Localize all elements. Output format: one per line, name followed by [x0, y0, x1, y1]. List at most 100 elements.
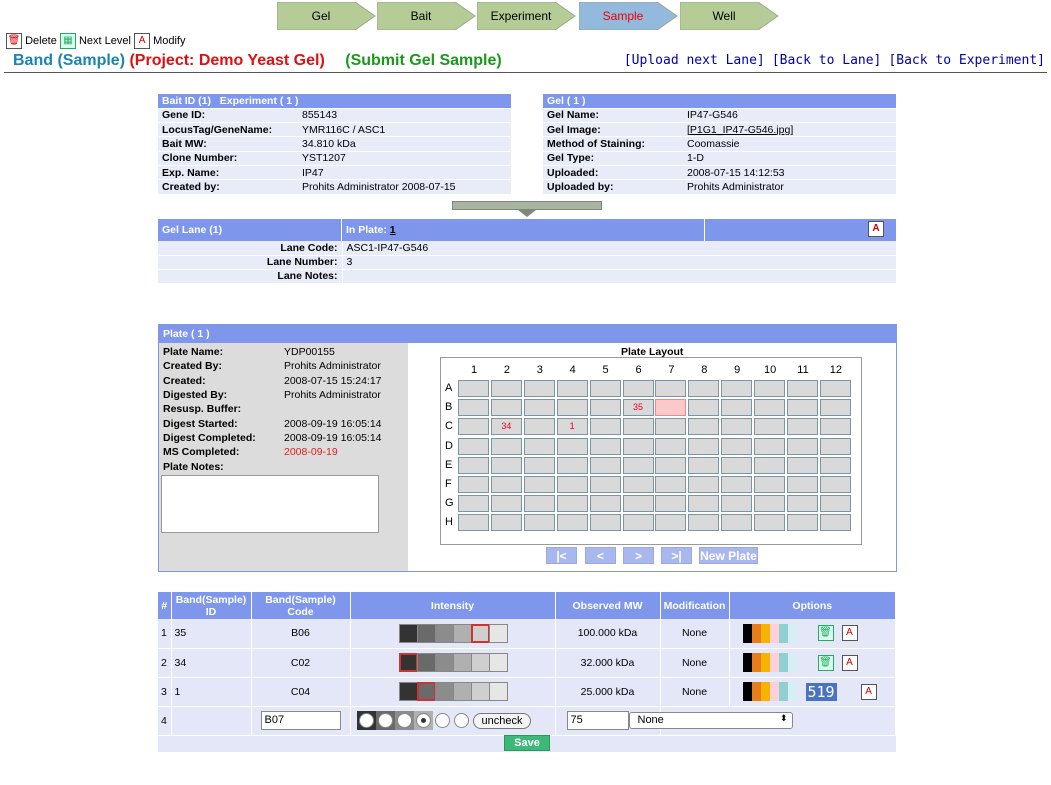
plate-well-B9[interactable] — [721, 399, 753, 417]
plate-well-D2[interactable] — [490, 437, 522, 455]
modify-icon[interactable]: A — [134, 33, 151, 49]
color-tag[interactable] — [796, 653, 806, 672]
color-tag[interactable] — [787, 623, 797, 643]
plate-well-G3[interactable] — [523, 495, 555, 513]
modify-lane-icon[interactable]: A — [868, 221, 884, 237]
plate-well-D4[interactable] — [556, 437, 588, 455]
color-tag[interactable] — [787, 653, 797, 672]
plate-well-E6[interactable] — [622, 456, 654, 474]
plate-well-F11[interactable] — [787, 476, 818, 493]
plate-well-G1[interactable] — [458, 495, 489, 513]
save-button[interactable]: Save — [504, 734, 550, 751]
plate-well-C1[interactable] — [458, 418, 489, 436]
plate-well-G10[interactable] — [754, 495, 786, 513]
plate-well-D1[interactable] — [458, 437, 489, 455]
plate-well-C6[interactable] — [622, 418, 654, 436]
plate-well-A5[interactable] — [589, 380, 621, 397]
color-tag-strip[interactable] — [742, 623, 806, 643]
delete-band-icon[interactable]: 🗑 — [817, 654, 834, 671]
color-tag[interactable] — [769, 623, 779, 643]
delete-label[interactable]: Delete — [25, 35, 57, 47]
next-page-button[interactable]: > — [623, 547, 654, 564]
plate-well-A10[interactable] — [754, 380, 786, 397]
workflow-step-well[interactable]: Well — [680, 2, 780, 30]
first-page-button[interactable]: |< — [546, 547, 577, 564]
plate-well-D10[interactable] — [754, 437, 786, 455]
plate-well-C5[interactable] — [589, 418, 621, 436]
plate-well-E4[interactable] — [556, 456, 588, 474]
plate-well-F7[interactable] — [655, 476, 687, 493]
plate-well-A3[interactable] — [523, 380, 555, 397]
intensity-radio[interactable] — [453, 713, 469, 728]
plate-well-C10[interactable] — [754, 418, 786, 436]
plate-well-B6[interactable]: 35 — [622, 399, 654, 417]
plate-well-G6[interactable] — [622, 495, 654, 513]
color-tag[interactable] — [751, 653, 761, 672]
plate-well-A11[interactable] — [787, 380, 818, 397]
intensity-swatch[interactable] — [416, 653, 436, 672]
plate-well-A9[interactable] — [721, 380, 753, 397]
intensity-swatch[interactable] — [452, 682, 472, 701]
intensity-swatch[interactable] — [470, 653, 490, 672]
back-to-lane-link[interactable]: [Back to Lane] — [772, 53, 882, 68]
color-tag[interactable] — [778, 623, 788, 643]
intensity-radio[interactable] — [434, 713, 450, 728]
plate-well-D3[interactable] — [523, 437, 555, 455]
plate-well-G12[interactable] — [819, 495, 851, 513]
modify-band-icon[interactable]: A — [860, 683, 877, 700]
plate-well-E12[interactable] — [819, 456, 851, 474]
intensity-swatch[interactable] — [488, 653, 508, 672]
upload-next-lane-link[interactable]: [Upload next Lane] — [624, 53, 765, 68]
plate-well-B10[interactable] — [754, 399, 786, 417]
intensity-swatch[interactable] — [470, 623, 490, 643]
plate-well-B2[interactable] — [490, 399, 522, 417]
plate-well-C8[interactable] — [688, 418, 720, 436]
intensity-radio[interactable] — [396, 713, 412, 728]
intensity-swatch[interactable] — [416, 682, 436, 701]
plate-well-H12[interactable] — [819, 514, 851, 532]
plate-notes-textarea[interactable] — [161, 475, 379, 533]
plate-well-F2[interactable] — [490, 476, 522, 493]
color-tag[interactable] — [751, 623, 761, 643]
plate-well-C12[interactable] — [819, 418, 851, 436]
plate-well-G11[interactable] — [787, 495, 818, 513]
intensity-swatch[interactable] — [452, 623, 472, 643]
delete-band-icon[interactable]: 🗑 — [817, 625, 834, 642]
plate-well-H6[interactable] — [622, 514, 654, 532]
plate-well-A12[interactable] — [819, 380, 851, 397]
plate-well-H3[interactable] — [523, 514, 555, 532]
plate-well-F6[interactable] — [622, 476, 654, 493]
intensity-radio[interactable] — [415, 713, 431, 728]
plate-well-F8[interactable] — [688, 476, 720, 493]
plate-well-F10[interactable] — [754, 476, 786, 493]
intensity-swatch[interactable] — [488, 682, 508, 701]
plate-well-E8[interactable] — [688, 456, 720, 474]
color-tag[interactable] — [796, 623, 806, 643]
intensity-swatch[interactable] — [434, 653, 454, 672]
plate-well-D7[interactable] — [655, 437, 687, 455]
modification-select[interactable]: None ⬍ — [628, 712, 793, 729]
plate-well-E7[interactable] — [655, 456, 687, 474]
modify-band-icon[interactable]: A — [841, 654, 858, 671]
plate-well-D11[interactable] — [787, 437, 818, 455]
plate-well-H7[interactable] — [655, 514, 687, 532]
color-tag[interactable] — [760, 623, 770, 643]
plate-well-F4[interactable] — [556, 476, 588, 493]
plate-well-H4[interactable] — [556, 514, 588, 532]
intensity-swatch[interactable] — [398, 682, 418, 701]
plate-well-D5[interactable] — [589, 437, 621, 455]
color-tag[interactable] — [751, 682, 761, 701]
plate-well-B1[interactable] — [458, 399, 489, 417]
color-tag[interactable] — [742, 623, 752, 643]
intensity-radio[interactable] — [358, 713, 374, 728]
plate-well-F12[interactable] — [819, 476, 851, 493]
plate-well-B4[interactable] — [556, 399, 588, 417]
color-tag[interactable] — [769, 682, 779, 701]
plate-well-C11[interactable] — [787, 418, 818, 436]
plate-well-B8[interactable] — [688, 399, 720, 417]
plate-well-E11[interactable] — [787, 456, 818, 474]
plate-well-H10[interactable] — [754, 514, 786, 532]
color-tag[interactable] — [760, 682, 770, 701]
intensity-swatch[interactable] — [398, 623, 418, 643]
plate-well-F3[interactable] — [523, 476, 555, 493]
